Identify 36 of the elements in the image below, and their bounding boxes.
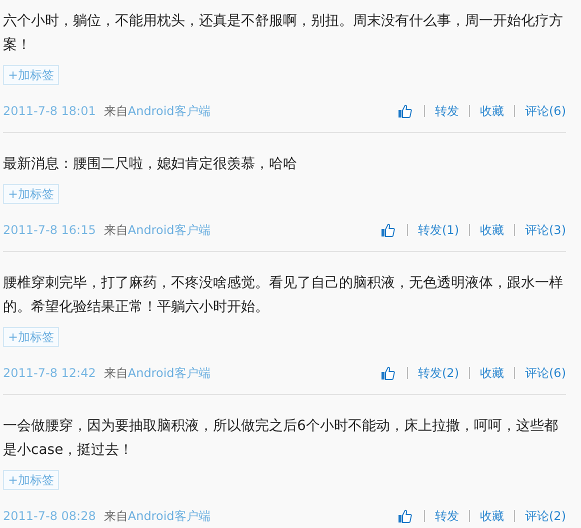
action-link[interactable]: 转发(1) <box>407 224 459 236</box>
action-link[interactable]: 评论(2) <box>514 510 566 522</box>
add-tag-button[interactable]: +加标签 <box>3 327 60 347</box>
thumbs-up-icon[interactable] <box>398 509 412 523</box>
action-link[interactable]: 评论(6) <box>514 367 566 379</box>
action-link[interactable]: 收藏 <box>469 224 504 236</box>
add-tag-button[interactable]: +加标签 <box>3 65 60 85</box>
source-label: 来自 <box>104 364 128 382</box>
source-label: 来自 <box>104 222 128 238</box>
source-link[interactable]: Android客户端 <box>128 364 210 382</box>
action-link[interactable]: 转发 <box>424 105 459 117</box>
post-time-link[interactable]: 2011-7-8 12:42 <box>3 366 96 380</box>
post-text: 一会做腰穿，因为要抽取脑积液，所以做完之后6个小时不能动，床上拉撒，呵呵，这些都是小case，挺过去！ <box>3 417 559 460</box>
post-text: 六个小时，躺位，不能用枕头，还真是不舒服啊，别扭。周末没有什么事，周一开始化疗方案！ <box>3 12 564 55</box>
post-text: 腰椎穿刺完毕，打了麻药，不疼没啥感觉。看见了自己的脑积液，无色透明液体，跟水一样的。希望化验结果正常！平躺六小时开始。 <box>3 274 564 317</box>
action-link[interactable]: 收藏 <box>469 367 504 379</box>
action-link[interactable]: 评论(3) <box>514 224 566 236</box>
source-label: 来自 <box>104 102 128 120</box>
source-link[interactable]: Android客户端 <box>128 102 210 120</box>
action-link[interactable]: 转发(2) <box>407 367 459 379</box>
action-link[interactable]: 收藏 <box>469 105 504 117</box>
add-tag-button[interactable]: +加标签 <box>3 184 60 204</box>
action-link[interactable]: 转发 <box>424 510 459 522</box>
thumbs-up-icon[interactable] <box>398 104 412 118</box>
action-link[interactable]: 收藏 <box>469 510 504 522</box>
action-link[interactable]: 评论(6) <box>514 105 566 117</box>
post-time-link[interactable]: 2011-7-8 08:28 <box>3 509 96 523</box>
source-link[interactable]: Android客户端 <box>128 508 210 524</box>
add-tag-button[interactable]: +加标签 <box>3 470 60 490</box>
thumbs-up-icon[interactable] <box>381 223 395 237</box>
post-text: 最新消息：腰围二尺啦，媳妇肯定很羡慕，哈哈 <box>3 155 298 174</box>
thumbs-up-icon[interactable] <box>381 366 395 380</box>
post-time-link[interactable]: 2011-7-8 16:15 <box>3 223 96 237</box>
source-link[interactable]: Android客户端 <box>128 222 210 238</box>
source-label: 来自 <box>104 508 128 524</box>
post-time-link[interactable]: 2011-7-8 18:01 <box>3 104 96 118</box>
